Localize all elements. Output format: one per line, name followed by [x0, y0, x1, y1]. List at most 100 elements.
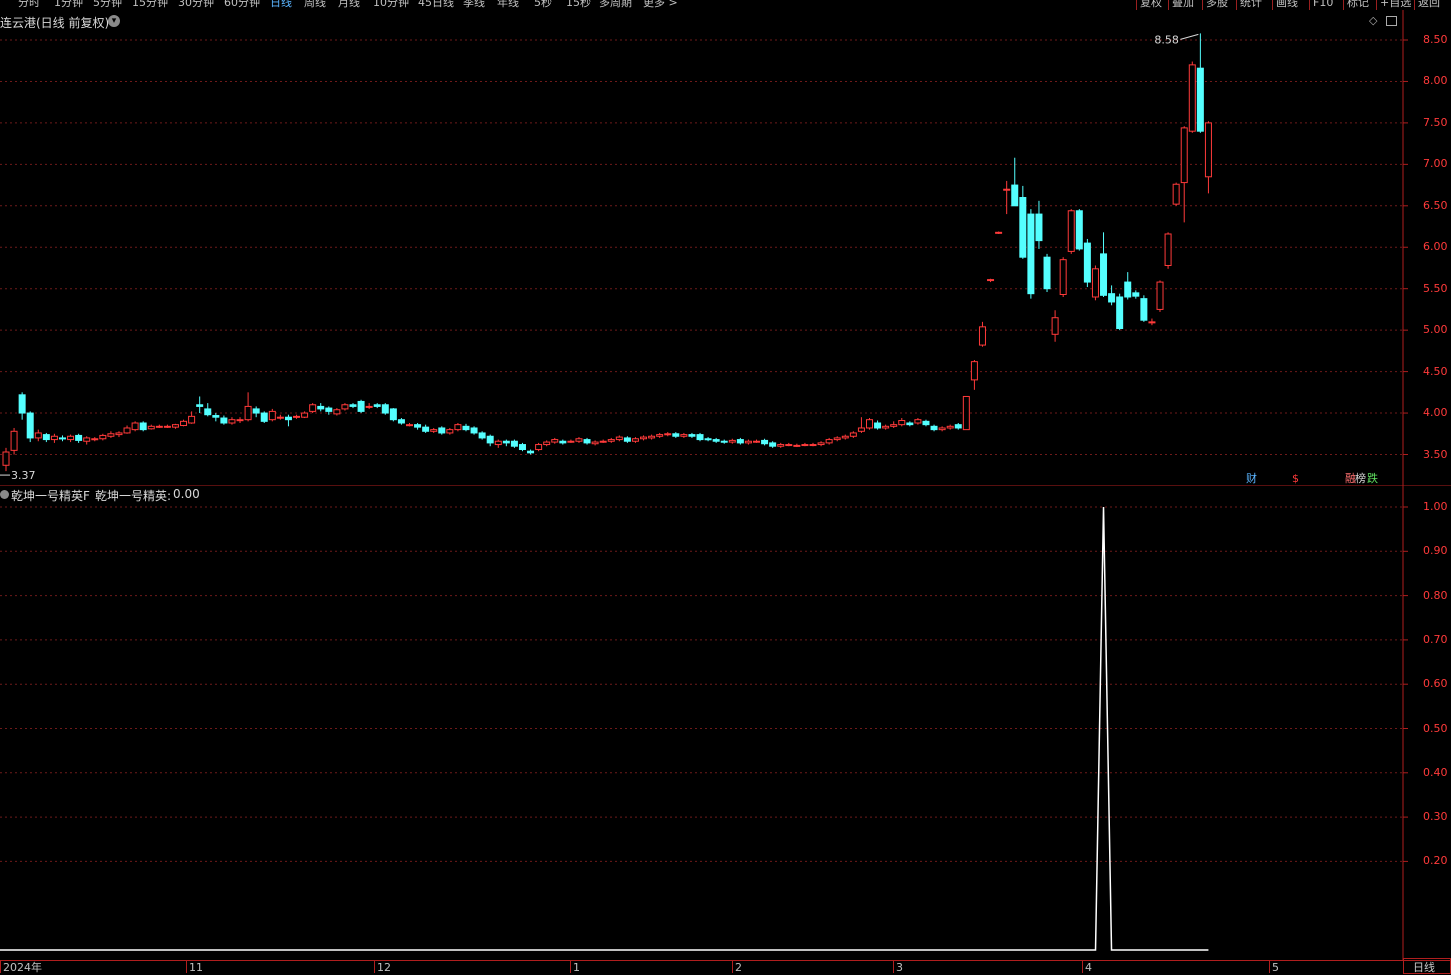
candle-body: [938, 427, 946, 431]
period-tab-14[interactable]: 15秒: [566, 0, 591, 10]
toolbar-button-4[interactable]: 画线: [1276, 0, 1298, 10]
period-tab-16[interactable]: 更多 >: [643, 0, 678, 10]
candle-body: [696, 434, 704, 441]
candle: [1140, 295, 1148, 322]
candle-body: [10, 430, 18, 451]
candle: [58, 435, 66, 442]
candle-body: [196, 404, 204, 407]
toolbar-button-1[interactable]: 叠加: [1172, 0, 1194, 10]
candle-body: [131, 422, 139, 431]
period-tab-5[interactable]: 60分钟: [224, 0, 260, 10]
period-tab-11[interactable]: 季线: [463, 0, 485, 10]
period-tab-1[interactable]: 1分钟: [54, 0, 83, 10]
period-tab-9[interactable]: 10分钟: [373, 0, 409, 10]
period-corner-label: 日线: [1413, 961, 1435, 974]
candle: [115, 431, 123, 438]
period-tab-8[interactable]: 月线: [338, 0, 360, 10]
candle-body: [962, 395, 970, 431]
price-panel: 8.58 3.37 连云港(日线 前复权) ▾ ◇ 8.50 8.00 7.50 7.0…: [0, 10, 1451, 487]
candle-body: [809, 444, 817, 447]
candle-body: [381, 404, 389, 414]
candle-body: [228, 419, 236, 424]
candle-body: [414, 424, 422, 428]
toolbar-button-7[interactable]: +自选: [1380, 0, 1411, 10]
candle: [954, 422, 962, 430]
candle: [527, 449, 535, 455]
candle-body: [252, 408, 260, 414]
candle: [67, 434, 75, 443]
candle: [397, 418, 405, 425]
period-tab-10[interactable]: 45日线: [418, 0, 454, 10]
candle-body: [42, 434, 50, 441]
indicator-value-label: 乾坤一号精英:: [95, 489, 172, 503]
indicator-chart[interactable]: [0, 486, 1451, 960]
candle-body: [212, 415, 220, 418]
chevron-down-icon[interactable]: ▾: [108, 15, 120, 27]
date-label: 12: [377, 961, 391, 974]
period-corner-button[interactable]: 日线: [1403, 958, 1451, 974]
event-badge-4[interactable]: 跌: [1366, 472, 1379, 485]
candle: [704, 437, 712, 442]
toolbar-button-3[interactable]: 统计: [1240, 0, 1262, 10]
period-tab-13[interactable]: 5秒: [534, 0, 552, 10]
candle-body: [1124, 281, 1132, 298]
candle-body: [1140, 298, 1148, 321]
candle-body: [664, 433, 672, 436]
toolbar-button-6[interactable]: 标记: [1347, 0, 1369, 10]
candle-body: [599, 440, 607, 443]
toolbar-button-2[interactable]: 多股: [1206, 0, 1228, 10]
event-badge-0[interactable]: 财: [1245, 472, 1258, 485]
candle: [761, 438, 769, 446]
candle-body: [591, 441, 599, 445]
date-tick: [570, 961, 571, 973]
candle-body: [946, 425, 954, 429]
candle-body: [543, 441, 551, 446]
candle: [309, 403, 317, 414]
period-tab-4[interactable]: 30分钟: [178, 0, 214, 10]
diamond-icon[interactable]: ◇: [1369, 14, 1377, 27]
period-tab-12[interactable]: 年线: [497, 0, 519, 10]
toolbar-button-0[interactable]: 复权: [1140, 0, 1162, 10]
candle: [841, 434, 849, 440]
indicator-title: 乾坤一号精英F: [11, 489, 90, 503]
toolbar-button-5[interactable]: F10: [1313, 0, 1333, 10]
candle: [341, 403, 349, 411]
indicator-axis-label: 0.50: [1423, 721, 1448, 735]
toolbar-separator: [1272, 0, 1273, 10]
candle: [801, 442, 809, 447]
candle-body: [494, 440, 502, 446]
candle-body: [244, 405, 252, 421]
candle-body: [1027, 213, 1035, 295]
candle-body: [1196, 67, 1204, 132]
candle-body: [583, 439, 591, 444]
date-tick: [0, 961, 1, 973]
period-tab-3[interactable]: 15分钟: [132, 0, 168, 10]
candle: [898, 418, 906, 427]
candle-body: [728, 439, 736, 443]
candle: [874, 420, 882, 430]
candle: [1011, 157, 1019, 207]
candle: [559, 439, 567, 445]
indicator-settings-icon[interactable]: [0, 490, 9, 499]
candle: [623, 436, 631, 443]
candle: [494, 439, 502, 448]
indicator-axis-label: 0.20: [1423, 854, 1448, 868]
candlestick-chart[interactable]: 8.58 3.37: [0, 10, 1451, 487]
min-price-label: 3.37: [11, 469, 36, 482]
candle: [438, 426, 446, 435]
period-tab-7[interactable]: 周线: [304, 0, 326, 10]
candle: [2, 447, 10, 472]
candle-body: [753, 440, 761, 443]
period-tab-2[interactable]: 5分钟: [93, 0, 122, 10]
period-tab-15[interactable]: 多周期: [599, 0, 632, 10]
event-badge-1[interactable]: $: [1291, 472, 1300, 485]
candle: [107, 431, 115, 438]
toolbar-button-8[interactable]: 返回: [1418, 0, 1440, 10]
candle: [228, 417, 236, 425]
toolbar-separator: [1236, 0, 1237, 10]
window-icon[interactable]: [1386, 16, 1397, 26]
period-tab-6[interactable]: 日线: [270, 0, 292, 10]
indicator-axis-label: 0.30: [1423, 810, 1448, 824]
period-tab-0[interactable]: 分时: [18, 0, 40, 10]
candle-body: [1019, 197, 1027, 258]
